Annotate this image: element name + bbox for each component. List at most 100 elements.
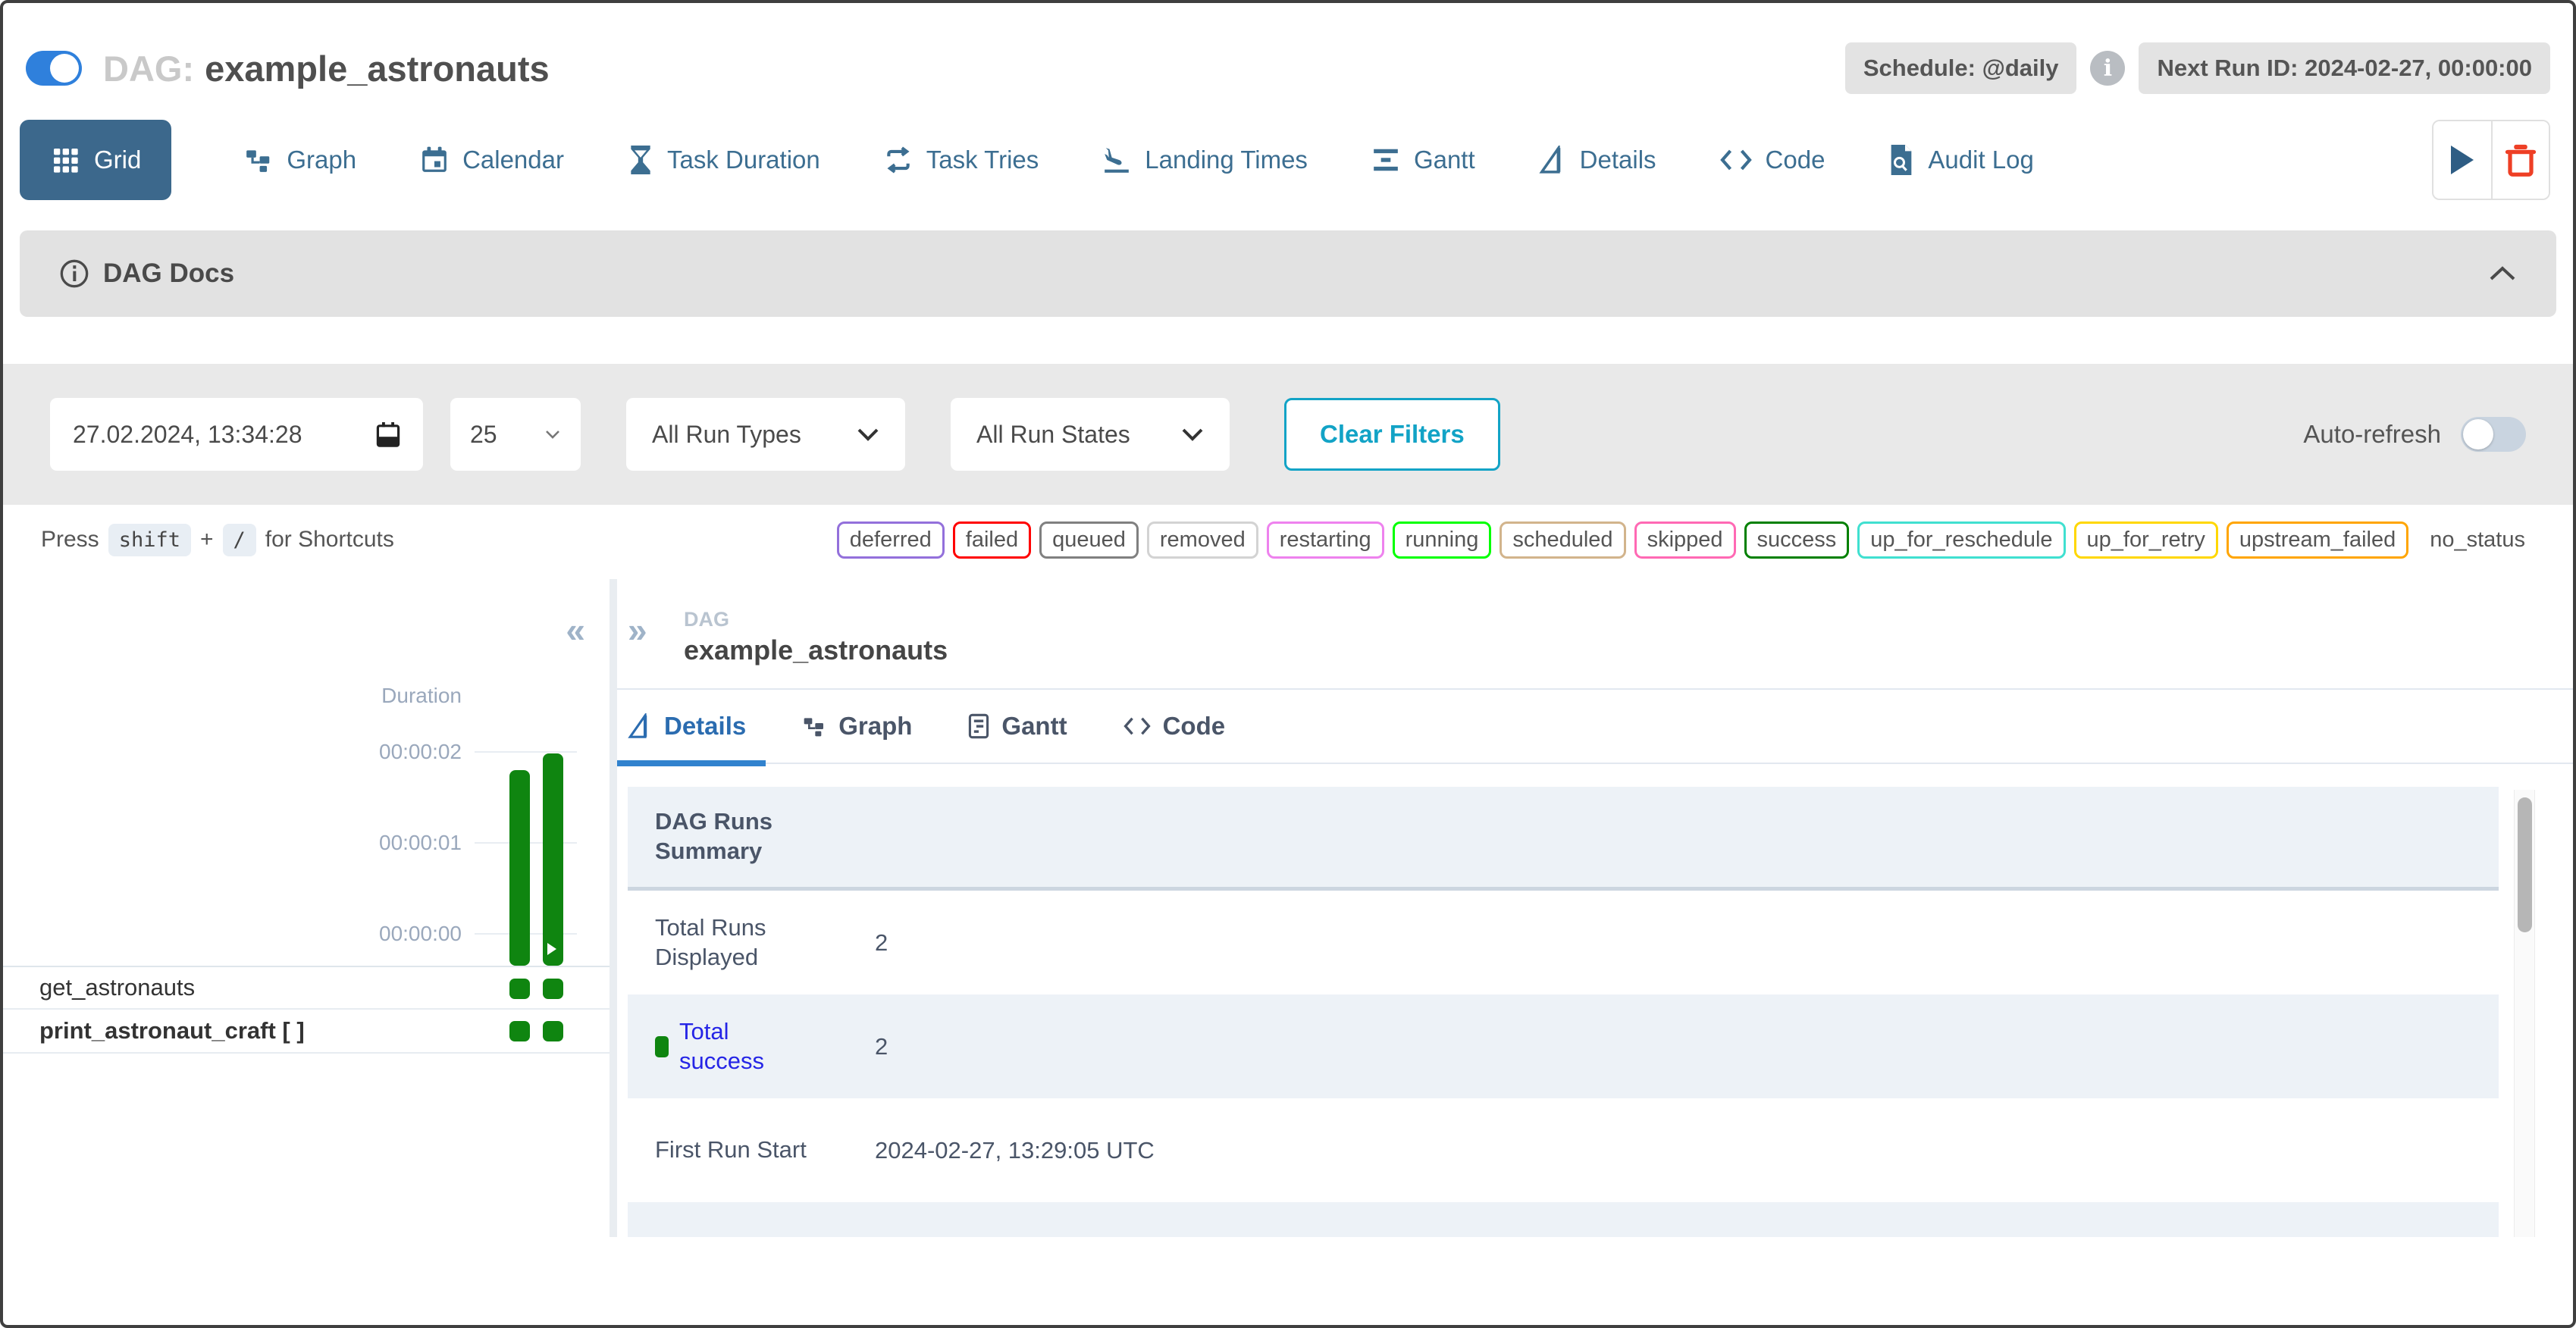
nav-tab-label: Calendar	[462, 146, 564, 174]
panel-tab-details[interactable]: Details	[628, 712, 746, 741]
task-row-get-astronauts[interactable]: get_astronauts	[3, 966, 610, 1010]
panel-tab-gantt[interactable]: Gantt	[968, 712, 1067, 741]
next-run-badge: Next Run ID: 2024-02-27, 00:00:00	[2139, 42, 2550, 94]
legend-badge-queued[interactable]: queued	[1039, 521, 1139, 559]
run-states-value: All Run States	[976, 421, 1130, 449]
nav-tab-task-tries[interactable]: Task Tries	[884, 146, 1039, 174]
row-label: Total Runs Displayed	[628, 900, 848, 986]
task-instance-square[interactable]	[543, 1021, 563, 1041]
shortcuts-text: for Shortcuts	[265, 527, 394, 553]
panel-title: example_astronauts	[684, 634, 2573, 666]
duration-axis-label: Duration	[381, 684, 462, 708]
nav-tab-audit-log[interactable]: Audit Log	[1888, 145, 2033, 175]
panel-tab-label: Code	[1163, 712, 1226, 741]
panel-tab-graph[interactable]: Graph	[802, 712, 912, 741]
legend-badge-failed[interactable]: failed	[953, 521, 1031, 559]
legend-badge-upstream-failed[interactable]: upstream_failed	[2227, 521, 2408, 559]
legend-badge-success[interactable]: success	[1744, 521, 1850, 559]
link-label: Total success	[679, 1017, 784, 1076]
nav-tab-label: Task Tries	[926, 146, 1039, 174]
toggle-knob	[50, 54, 79, 83]
table-scrollbar[interactable]	[2514, 790, 2535, 1237]
dag-runs-summary-table: DAG Runs Summary Total Runs Displayed 2 …	[628, 787, 2499, 1237]
shortcuts-text: +	[200, 527, 214, 553]
code-icon	[1720, 147, 1752, 173]
nav-tab-grid[interactable]: Grid	[20, 120, 171, 200]
panel-divider[interactable]	[610, 579, 617, 1237]
dag-run-bar-1[interactable]	[509, 770, 530, 966]
num-runs-value: 25	[470, 421, 497, 449]
code-icon	[1123, 716, 1151, 737]
axis-tick-label: 00:00:02	[379, 740, 462, 764]
toggle-knob	[2463, 419, 2493, 449]
axis-tick-label: 00:00:01	[379, 831, 462, 855]
legend-badge-restarting[interactable]: restarting	[1267, 521, 1384, 559]
dag-docs-header: DAG Docs	[59, 258, 234, 289]
legend-badge-running[interactable]: running	[1393, 521, 1492, 559]
task-instance-square[interactable]	[509, 979, 530, 999]
plane-landing-icon	[1102, 146, 1131, 174]
chevron-up-icon[interactable]	[2488, 265, 2517, 282]
legend-badge-no-status: no_status	[2417, 521, 2538, 559]
task-instance-square[interactable]	[509, 1021, 530, 1041]
page-header: DAG:example_astronauts Schedule: @daily …	[3, 3, 2573, 102]
view-tabs: Grid Graph Calendar Task Duration Task T…	[20, 120, 2550, 200]
collapse-panel-icon[interactable]: «	[566, 612, 585, 647]
auto-refresh-control: Auto-refresh	[2303, 417, 2526, 452]
task-list: get_astronauts print_astronaut_craft [ ]	[3, 966, 610, 1054]
expand-panel-icon[interactable]: »	[628, 612, 647, 647]
num-runs-select[interactable]: 25	[450, 398, 581, 471]
legend-badge-deferred[interactable]: deferred	[837, 521, 945, 559]
dag-run-bar-2[interactable]	[543, 753, 563, 966]
delete-dag-button[interactable]	[2491, 121, 2549, 199]
active-tab-underline	[617, 760, 766, 766]
table-row: Last Run Start 2024-02-27, 13:34:27 UTC	[628, 1202, 2499, 1237]
dag-prefix-label: DAG:	[103, 49, 194, 89]
nav-tab-label: Grid	[94, 146, 141, 174]
dag-docs-panel[interactable]: DAG Docs	[20, 230, 2556, 317]
table-row: First Run Start 2024-02-27, 13:29:05 UTC	[628, 1098, 2499, 1202]
auto-refresh-toggle[interactable]	[2461, 417, 2526, 452]
dag-action-buttons	[2432, 120, 2550, 200]
total-success-link[interactable]: Total success	[655, 1017, 784, 1076]
page-title: DAG:example_astronauts	[103, 48, 550, 89]
axis-tick-label: 00:00:00	[379, 922, 462, 946]
nav-tab-calendar[interactable]: Calendar	[420, 146, 564, 174]
legend-badge-skipped[interactable]: skipped	[1634, 521, 1736, 559]
nav-tab-gantt[interactable]: Gantt	[1371, 146, 1475, 174]
scrollbar-thumb[interactable]	[2518, 797, 2532, 932]
schedule-badge: Schedule: @daily	[1845, 42, 2077, 94]
base-date-value: 27.02.2024, 13:34:28	[73, 421, 302, 449]
legend-badge-scheduled[interactable]: scheduled	[1500, 521, 1625, 559]
legend-badge-removed[interactable]: removed	[1147, 521, 1258, 559]
nav-tab-task-duration[interactable]: Task Duration	[628, 146, 820, 174]
audit-log-icon	[1888, 145, 1914, 175]
panel-tab-label: Details	[664, 712, 746, 741]
task-row-print-astronaut-craft[interactable]: print_astronaut_craft [ ]	[3, 1010, 610, 1054]
airflow-dag-page: DAG:example_astronauts Schedule: @daily …	[0, 0, 2576, 1328]
nav-tab-landing-times[interactable]: Landing Times	[1102, 146, 1308, 174]
schedule-info-icon[interactable]: i	[2090, 51, 2125, 86]
task-instance-square[interactable]	[543, 979, 563, 999]
dag-pause-toggle[interactable]	[26, 51, 82, 86]
trigger-dag-button[interactable]	[2433, 121, 2491, 199]
panel-tab-code[interactable]: Code	[1123, 712, 1226, 741]
nav-tab-details[interactable]: Details	[1539, 146, 1656, 174]
legend-badge-up-for-retry[interactable]: up_for_retry	[2074, 521, 2218, 559]
base-date-input[interactable]: 27.02.2024, 13:34:28	[50, 398, 423, 471]
nav-tab-label: Task Duration	[667, 146, 820, 174]
details-icon	[1539, 146, 1566, 174]
run-types-select[interactable]: All Run Types	[626, 398, 905, 471]
clear-filters-button[interactable]: Clear Filters	[1284, 398, 1500, 471]
table-header-label: DAG Runs Summary	[628, 794, 848, 880]
task-name: print_astronaut_craft [ ]	[39, 1017, 305, 1045]
run-types-value: All Run Types	[652, 421, 801, 449]
nav-tab-code[interactable]: Code	[1720, 146, 1825, 174]
run-states-select[interactable]: All Run States	[951, 398, 1230, 471]
graph-icon	[802, 714, 826, 738]
nav-tab-graph[interactable]: Graph	[244, 146, 356, 174]
nav-tab-label: Code	[1766, 146, 1825, 174]
gantt-icon	[968, 713, 989, 739]
legend-badge-up-for-reschedule[interactable]: up_for_reschedule	[1857, 521, 2065, 559]
graph-icon	[244, 146, 273, 174]
